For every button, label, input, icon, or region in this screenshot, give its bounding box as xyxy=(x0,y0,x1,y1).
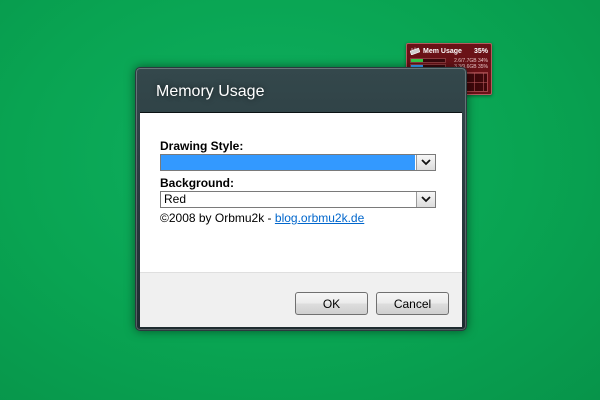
chevron-down-icon[interactable] xyxy=(416,192,435,207)
background-value: Red xyxy=(164,192,187,206)
copyright-text: ©2008 by Orbmu2k - xyxy=(160,211,275,225)
dialog-client-area: Drawing Style: Background: Red ©2008 by … xyxy=(140,112,462,327)
cancel-button[interactable]: Cancel xyxy=(376,292,449,315)
background-label: Background: xyxy=(160,176,235,190)
chevron-down-icon[interactable] xyxy=(416,155,435,170)
ok-button[interactable]: OK xyxy=(295,292,368,315)
gadget-name: Mem Usage xyxy=(423,47,462,55)
gadget-title-bar: Mem Usage 35% xyxy=(410,46,488,56)
gadget-bar xyxy=(410,58,446,63)
memory-chip-icon xyxy=(410,47,420,55)
gadget-row-physical: 2.6/7.7GB 34% xyxy=(410,58,488,64)
background-select[interactable]: Red xyxy=(160,191,436,208)
drawing-style-select[interactable] xyxy=(160,154,436,171)
gadget-percent: 35% xyxy=(473,47,488,55)
copyright-line: ©2008 by Orbmu2k - blog.orbmu2k.de xyxy=(160,211,364,225)
dialog-title: Memory Usage xyxy=(156,83,265,100)
desktop: Mem Usage 35% 2.6/7.7GB 34% 3.3/9.6GB 35… xyxy=(0,0,600,400)
gadget-bar-fill xyxy=(411,59,423,62)
settings-panel: Drawing Style: Background: Red ©2008 by … xyxy=(140,113,462,273)
blog-link[interactable]: blog.orbmu2k.de xyxy=(275,211,364,225)
drawing-style-value xyxy=(161,155,415,170)
drawing-style-label: Drawing Style: xyxy=(160,139,244,153)
memory-usage-dialog: Memory Usage Drawing Style: Background: … xyxy=(135,67,467,331)
